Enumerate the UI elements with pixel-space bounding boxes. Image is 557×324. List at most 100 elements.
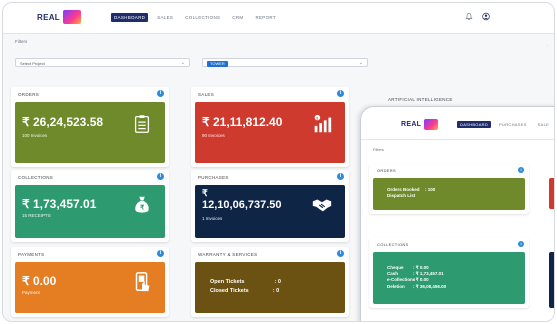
purchases-card-title: PURCHASES	[198, 175, 229, 180]
deletion-value: : ₹ 36,08,456.00	[413, 283, 447, 289]
cash-value: : ₹ 1,73,457.01	[413, 271, 444, 277]
money-bag-icon: ₹	[135, 196, 149, 213]
collections-card-body: ₹ 1,73,457.01 15 RECEIPTS ₹	[15, 185, 165, 238]
overlay-orders-title: ORDERS	[377, 168, 396, 173]
dispatch-list-label: Dispatch List	[387, 193, 416, 199]
sales-amount: ₹ 21,11,812.40	[202, 115, 283, 129]
orders-amount: ₹ 26,24,523.58	[22, 115, 104, 129]
purchases-card[interactable]: PURCHASES i ₹ 12,10,06,737.50 1 Invoices	[191, 170, 349, 242]
main-nav: DASHBOARD SALES COLLECTIONS CRM REPORT	[111, 13, 279, 22]
more-options-icon[interactable]: ·	[546, 43, 548, 49]
info-icon[interactable]: i	[337, 173, 344, 180]
warranty-card-title: WARRANTY & SERVICES	[198, 252, 258, 257]
open-tickets-value: : 0	[274, 279, 281, 285]
overlay-orders-card[interactable]: ORDERS i Orders Booked: 100 Dispatch Lis…	[369, 164, 529, 214]
info-icon[interactable]: i	[337, 90, 344, 97]
top-right-icons	[465, 12, 490, 21]
logo-text: REAL	[37, 12, 60, 22]
orders-card-body: ₹ 26,24,523.58 100 Invoices	[15, 102, 165, 163]
overlay-orders-body: Orders Booked: 100 Dispatch List	[373, 178, 525, 210]
deletion-label: Deletion	[387, 283, 405, 289]
mobile-payment-icon	[135, 272, 150, 292]
purchases-sub: 1 Invoices	[202, 216, 223, 221]
cheque-value: : ₹ 0.00	[413, 265, 429, 270]
nav-collections[interactable]: COLLECTIONS	[182, 13, 223, 22]
overlay-collections-card[interactable]: COLLECTIONS i Cheque: ₹ 0.00 Cash: ₹ 1,7…	[369, 238, 529, 308]
overlay-filters-label: Filters	[373, 147, 384, 152]
deletion-row: Deletion : ₹ 36,08,456.00	[387, 284, 446, 290]
sales-chart-icon: $	[314, 114, 332, 133]
chevron-down-icon: ⌄	[180, 60, 185, 66]
orders-card-title: ORDERS	[18, 92, 40, 97]
brand-logo[interactable]: REAL	[37, 10, 81, 24]
overlay-brand-logo[interactable]: REAL	[401, 119, 439, 130]
project-select-value: Select Project	[20, 61, 45, 66]
payments-card[interactable]: PAYMENTS i ₹ 0.00 Payment	[11, 247, 169, 317]
tower-select[interactable]: TOWER ⌄	[202, 58, 368, 67]
orders-sub: 100 Invoices	[22, 133, 48, 138]
overlay-purchases-card-stub	[549, 252, 554, 308]
overlay-nav-dashboard[interactable]: DASHBOARD	[457, 121, 492, 128]
collections-card-title: COLLECTIONS	[18, 175, 54, 180]
orders-booked-value: : 100	[425, 187, 436, 192]
sales-card-body: ₹ 21,11,812.40 90 Invoices $	[195, 102, 345, 163]
overlay-collections-title: COLLECTIONS	[377, 242, 409, 247]
overlay-orders-rows: Orders Booked: 100 Dispatch List	[387, 187, 435, 199]
purchases-card-body: ₹ 12,10,06,737.50 1 Invoices	[195, 185, 345, 238]
e-collections-value: : ₹ 0.00	[413, 277, 429, 283]
warranty-card[interactable]: WARRANTY & SERVICES i Open Tickets : 0 Cl…	[191, 247, 349, 317]
purchases-amount: 12,10,06,737.50	[202, 199, 282, 211]
open-tickets-label: Open Tickets	[210, 279, 245, 285]
nav-crm[interactable]: CRM	[229, 13, 246, 22]
sales-sub: 90 Invoices	[202, 133, 225, 138]
dispatch-list-row: Dispatch List	[387, 193, 435, 199]
svg-text:$: $	[316, 116, 318, 120]
overlay-navbar: REAL DASHBOARD PURCHASES SALE	[361, 107, 554, 140]
collections-sub: 15 RECEIPTS	[22, 213, 51, 218]
collections-amount: ₹ 1,73,457.01	[22, 197, 97, 211]
overlay-nav-purchases[interactable]: PURCHASES	[496, 121, 530, 128]
clipboard-list-icon	[134, 115, 150, 133]
app-window: REAL DASHBOARD SALES COLLECTIONS CRM REP…	[2, 2, 555, 322]
user-icon[interactable]	[482, 12, 490, 21]
orders-card[interactable]: ORDERS i ₹ 26,24,523.58 100 Invoices	[11, 87, 169, 167]
tower-chip: TOWER	[207, 61, 228, 67]
open-tickets-row: Open Tickets : 0	[210, 278, 281, 287]
overlay-nav-sale[interactable]: SALE	[535, 121, 552, 128]
info-icon[interactable]: i	[157, 90, 164, 97]
sales-card[interactable]: SALES i ₹ 21,11,812.40 90 Invoices $	[191, 87, 349, 167]
overlay-collections-rows: Cheque: ₹ 0.00 Cash: ₹ 1,73,457.01 e-Col…	[387, 265, 446, 290]
svg-text:₹: ₹	[140, 205, 144, 212]
project-select[interactable]: Select Project ⌄	[15, 58, 190, 67]
filters-label: Filters	[15, 39, 28, 44]
info-icon[interactable]: i	[518, 241, 524, 247]
handshake-icon	[312, 199, 332, 212]
info-icon[interactable]: i	[337, 250, 344, 257]
payments-card-title: PAYMENTS	[18, 252, 45, 257]
info-icon[interactable]: i	[157, 250, 164, 257]
overlay-logo-badge-icon	[424, 119, 439, 130]
overlay-nav: DASHBOARD PURCHASES SALE	[457, 121, 552, 128]
nav-sales[interactable]: SALES	[154, 13, 176, 22]
purchases-currency: ₹	[202, 188, 208, 198]
ai-section-title: ARTIFICIAL INTELLIGENCE	[388, 97, 453, 102]
overlay-sales-card-stub	[549, 178, 554, 209]
closed-tickets-row: Closed Tickets: 0	[210, 287, 281, 296]
nav-dashboard[interactable]: DASHBOARD	[111, 13, 149, 22]
sales-card-title: SALES	[198, 92, 215, 97]
warranty-card-body: Open Tickets : 0 Closed Tickets: 0	[195, 262, 345, 313]
ticket-rows: Open Tickets : 0 Closed Tickets: 0	[210, 278, 281, 296]
payments-amount: ₹ 0.00	[22, 274, 57, 288]
closed-tickets-label: Closed Tickets	[210, 288, 249, 294]
bell-icon[interactable]	[465, 12, 473, 21]
logo-badge-icon	[62, 10, 81, 24]
nav-report[interactable]: REPORT	[252, 13, 278, 22]
overlay-collections-body: Cheque: ₹ 0.00 Cash: ₹ 1,73,457.01 e-Col…	[373, 252, 525, 304]
top-navbar: REAL DASHBOARD SALES COLLECTIONS CRM REP…	[3, 3, 554, 34]
info-icon[interactable]: i	[518, 167, 524, 173]
info-icon[interactable]: i	[157, 173, 164, 180]
collections-card[interactable]: COLLECTIONS i ₹ 1,73,457.01 15 RECEIPTS …	[11, 170, 169, 242]
overlay-preview-window: REAL DASHBOARD PURCHASES SALE Filters OR…	[360, 106, 554, 321]
chevron-down-icon: ⌄	[358, 60, 363, 66]
payments-card-body: ₹ 0.00 Payment	[15, 262, 165, 313]
